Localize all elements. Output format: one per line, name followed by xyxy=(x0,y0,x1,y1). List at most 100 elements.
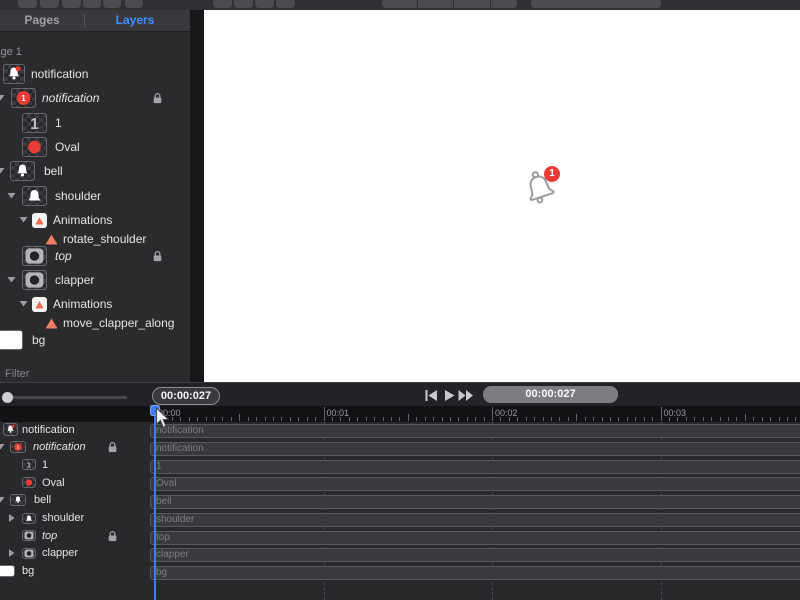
layer-tree-row-Oval[interactable]: Oval xyxy=(0,137,190,157)
track-bar-1[interactable]: 1 xyxy=(150,459,800,474)
ruler-tick xyxy=(584,417,586,421)
toolbar-button[interactable] xyxy=(18,0,37,8)
ruler-tick xyxy=(567,417,569,421)
time-display-field[interactable]: 00:00:027 xyxy=(483,386,618,403)
bell-badge-icon xyxy=(3,64,25,84)
ruler-tick xyxy=(483,417,485,421)
toolbar-button[interactable] xyxy=(234,0,253,8)
layer-tree-row-Animations[interactable]: Animations xyxy=(0,294,190,314)
notification-bell-object[interactable]: 1 xyxy=(520,165,564,211)
fast-forward-button[interactable] xyxy=(458,390,474,401)
toolbar-button[interactable] xyxy=(103,0,121,8)
disclosure-open-icon[interactable] xyxy=(0,443,5,451)
timeline-layer-row-1[interactable]: 11 xyxy=(0,457,148,473)
lock-icon[interactable] xyxy=(107,441,118,454)
layer-tree-row-bg[interactable]: bg xyxy=(0,330,190,350)
disclosure-open-icon[interactable] xyxy=(7,192,16,200)
tab-pages[interactable]: Pages xyxy=(0,10,84,31)
layer-label: Animations xyxy=(53,297,113,311)
track-bar-notification[interactable]: notification xyxy=(150,441,800,456)
toolbar-button[interactable] xyxy=(125,0,143,8)
layer-tree-row-Animations[interactable]: Animations xyxy=(0,210,190,230)
page-tree-root-label[interactable]: Page 1 xyxy=(0,46,22,58)
ruler-time-label: 00:00 xyxy=(158,408,181,418)
layer-label: notification xyxy=(42,91,100,105)
timeline-layer-row-top[interactable]: top xyxy=(0,528,148,544)
ring-icon xyxy=(22,530,36,542)
timeline-zoom-slider-track[interactable] xyxy=(5,396,127,399)
timeline-zoom-slider-knob[interactable] xyxy=(2,391,13,403)
timeline-layer-row-notification[interactable]: 1 notification xyxy=(0,439,148,455)
lock-icon[interactable] xyxy=(107,529,118,542)
playhead-time-pill[interactable]: 00:00:027 xyxy=(152,387,220,405)
timeline-layer-row-notification[interactable]: notification xyxy=(0,422,148,438)
toolbar-button[interactable] xyxy=(382,0,517,8)
panel-tab-bar: Pages Layers xyxy=(0,10,190,32)
track-bar-shoulder[interactable]: shoulder xyxy=(150,512,800,527)
disclosure-open-icon[interactable] xyxy=(19,216,28,224)
disclosure-closed-icon[interactable] xyxy=(7,514,16,522)
timeline-layer-row-clapper[interactable]: clapper xyxy=(0,545,148,561)
track-bar-top[interactable]: top xyxy=(150,530,800,545)
timeline-layer-row-Oval[interactable]: Oval xyxy=(0,475,148,491)
ruler-tick xyxy=(433,417,434,421)
tab-layers[interactable]: Layers xyxy=(85,10,185,31)
oval-icon xyxy=(22,137,47,157)
disclosure-open-icon[interactable] xyxy=(0,94,5,102)
layer-tree-row-bell[interactable]: bell xyxy=(0,161,190,181)
ruler-tick xyxy=(795,417,797,421)
timeline-layer-row-bell[interactable]: bell xyxy=(0,492,148,508)
layer-label: top xyxy=(55,249,72,263)
ruler-tick xyxy=(281,417,283,421)
ruler-tick xyxy=(492,407,493,421)
toolbar-segment-divider xyxy=(490,0,491,8)
layer-label: move_clapper_along xyxy=(63,316,175,330)
timeline-layer-row-shoulder[interactable]: shoulder xyxy=(0,510,148,526)
layer-tree-row-top[interactable]: top xyxy=(0,246,190,266)
layer-label: 1 xyxy=(42,458,49,471)
ruler-tick xyxy=(711,417,713,421)
layer-tree-row-notification[interactable]: 1 notification xyxy=(0,88,190,108)
track-bar-bell[interactable]: bell xyxy=(150,495,800,509)
disclosure-open-icon[interactable] xyxy=(19,300,28,308)
ruler-tick xyxy=(525,417,527,421)
toolbar-button[interactable] xyxy=(213,0,232,8)
toolbar-button[interactable] xyxy=(255,0,274,8)
layer-label: bg xyxy=(32,333,46,347)
layer-tree-row-1[interactable]: 11 xyxy=(0,113,190,133)
disclosure-open-icon[interactable] xyxy=(7,276,16,284)
svg-text:1: 1 xyxy=(21,93,26,103)
layer-tree-row-clapper[interactable]: clapper xyxy=(0,270,190,290)
ruler-tick xyxy=(542,417,544,421)
playhead-handle[interactable] xyxy=(150,405,160,416)
disclosure-open-icon[interactable] xyxy=(0,167,5,175)
disclosure-closed-icon[interactable] xyxy=(7,549,16,558)
ruler-tick xyxy=(424,417,426,421)
track-bar-notification[interactable]: notification xyxy=(150,424,800,438)
track-bar-clapper[interactable]: clapper xyxy=(150,548,800,563)
timeline-ruler[interactable]: 00:00 00:01 00:02 00:03 xyxy=(0,406,800,422)
skip-to-start-button[interactable] xyxy=(425,390,438,401)
ruler-tick xyxy=(744,414,746,421)
track-bar-bg[interactable]: bg xyxy=(150,566,800,580)
layer-tree-row-shoulder[interactable]: shoulder xyxy=(0,186,190,206)
toolbar-button[interactable] xyxy=(40,0,59,8)
ruler-tick xyxy=(407,414,409,421)
disclosure-open-icon[interactable] xyxy=(0,496,5,504)
lock-icon[interactable] xyxy=(152,250,163,263)
track-bar-Oval[interactable]: Oval xyxy=(150,477,800,492)
toolbar-button[interactable] xyxy=(62,0,81,8)
toolbar-button[interactable] xyxy=(83,0,101,8)
one-icon: 1 xyxy=(22,459,36,471)
ruler-time-label: 00:01 xyxy=(326,408,350,418)
timeline-layer-row-bg[interactable]: bg xyxy=(0,563,148,579)
bg-icon xyxy=(0,330,23,350)
lock-icon[interactable] xyxy=(152,92,163,105)
toolbar-button[interactable] xyxy=(531,0,661,8)
layer-label: notification xyxy=(31,67,89,81)
toolbar-button[interactable] xyxy=(276,0,295,8)
layer-tree-row-notification[interactable]: notification xyxy=(0,64,190,84)
shoulder-icon xyxy=(22,512,36,524)
filter-input[interactable] xyxy=(3,367,182,381)
play-button[interactable] xyxy=(443,390,456,401)
